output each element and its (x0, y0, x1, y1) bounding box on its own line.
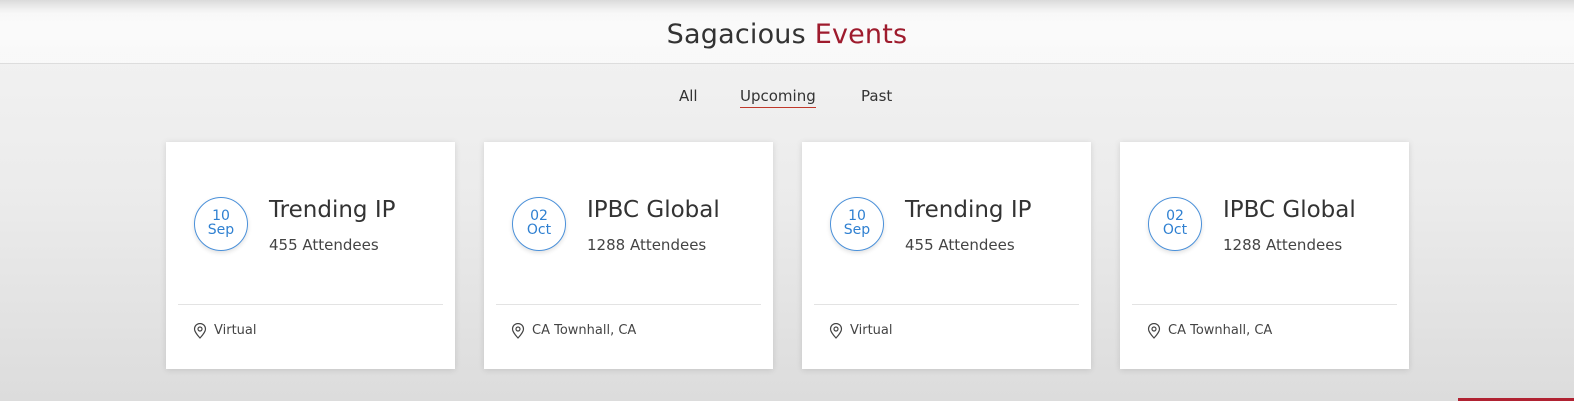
event-card[interactable]: 02 Oct IPBC Global 1288 Attendees CA Tow… (484, 142, 773, 369)
card-divider (496, 304, 761, 305)
event-month: Sep (843, 222, 871, 238)
card-divider (814, 304, 1079, 305)
map-pin-icon (1147, 323, 1161, 339)
event-month: Oct (1162, 222, 1188, 238)
event-filter-tabs: All Upcoming Past (0, 86, 1574, 108)
event-day: 02 (530, 208, 548, 224)
event-attendees: 1288 Attendees (1223, 236, 1343, 254)
map-pin-icon (829, 323, 843, 339)
event-title[interactable]: IPBC Global (1223, 195, 1356, 225)
event-day: 10 (848, 208, 866, 224)
date-badge: 02 Oct (512, 197, 566, 251)
card-divider (1132, 304, 1397, 305)
section-header: Sagacious Events (0, 0, 1574, 64)
event-attendees: 455 Attendees (269, 236, 379, 254)
event-month: Sep (207, 222, 235, 238)
event-location: CA Townhall, CA (1168, 323, 1273, 338)
event-location: CA Townhall, CA (532, 323, 637, 338)
event-attendees: 455 Attendees (905, 236, 1015, 254)
date-badge: 10 Sep (830, 197, 884, 251)
event-title[interactable]: Trending IP (905, 195, 1031, 225)
date-badge: 10 Sep (194, 197, 248, 251)
event-attendees: 1288 Attendees (587, 236, 707, 254)
section-title: Sagacious Events (0, 17, 1574, 53)
map-pin-icon (193, 323, 207, 339)
section-title-accent: Events (814, 19, 908, 50)
event-day: 10 (212, 208, 230, 224)
event-day: 02 (1166, 208, 1184, 224)
event-card[interactable]: 02 Oct IPBC Global 1288 Attendees CA Tow… (1120, 142, 1409, 369)
map-pin-icon (511, 323, 525, 339)
card-divider (178, 304, 443, 305)
event-card[interactable]: 10 Sep Trending IP 455 Attendees Virtual (802, 142, 1091, 369)
event-month: Oct (526, 222, 552, 238)
section-title-main: Sagacious (666, 19, 806, 50)
tab-all[interactable]: All (679, 86, 698, 106)
event-title[interactable]: IPBC Global (587, 195, 720, 225)
event-title[interactable]: Trending IP (269, 195, 395, 225)
tab-upcoming[interactable]: Upcoming (740, 86, 816, 108)
tab-past[interactable]: Past (861, 86, 892, 106)
event-location: Virtual (850, 323, 893, 338)
event-card[interactable]: 10 Sep Trending IP 455 Attendees Virtual (166, 142, 455, 369)
event-location: Virtual (214, 323, 257, 338)
date-badge: 02 Oct (1148, 197, 1202, 251)
